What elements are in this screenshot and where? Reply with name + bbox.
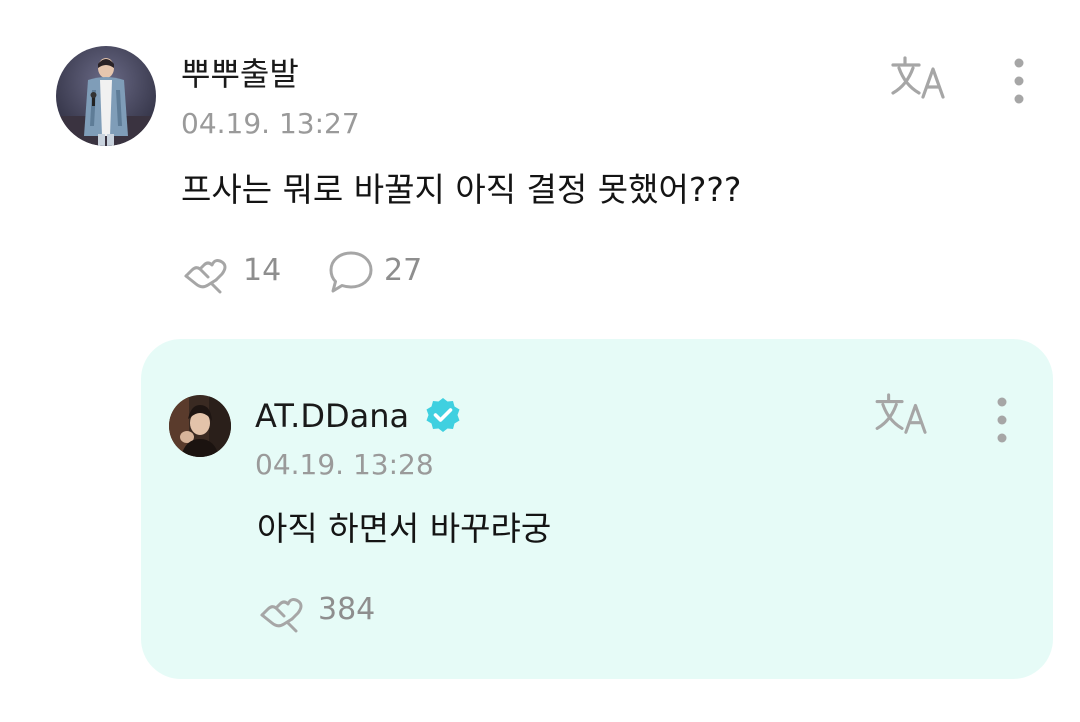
translate-icon [891, 56, 945, 99]
timestamp: 04.19. 13:28 [255, 448, 434, 481]
comment-text: 프사는 뭐로 바꿀지 아직 결정 못했어??? [181, 170, 742, 209]
speech-bubble-icon [329, 251, 373, 293]
like-count: 384 [318, 592, 376, 627]
like-button[interactable] [182, 250, 230, 294]
reply-button[interactable] [328, 250, 374, 294]
heart-hand-icon [184, 259, 227, 294]
verified-badge [424, 396, 462, 434]
translate-button[interactable] [873, 392, 933, 438]
verified-badge-icon [426, 398, 460, 432]
like-button[interactable] [258, 589, 306, 633]
username[interactable]: AT.DDana [255, 396, 409, 436]
like-count: 14 [243, 253, 282, 288]
reply-count: 27 [384, 253, 423, 288]
translate-button[interactable] [889, 55, 951, 103]
more-vertical-icon [997, 397, 1007, 443]
more-vertical-icon [1014, 58, 1024, 104]
avatar[interactable] [169, 395, 231, 457]
more-button[interactable] [1004, 58, 1034, 106]
translate-icon [875, 393, 927, 434]
comment: 뿌뿌출발 04.19. 13:27 프사는 뭐로 바꿀지 아직 결정 못했어??… [0, 0, 1080, 320]
reply-text: 아직 하면서 바꾸랴궁 [257, 509, 552, 548]
more-button[interactable] [987, 397, 1017, 445]
username[interactable]: 뿌뿌출발 [181, 54, 299, 94]
timestamp: 04.19. 13:27 [181, 107, 360, 140]
heart-hand-icon [260, 598, 303, 633]
avatar[interactable] [56, 46, 156, 146]
reply-card: AT.DDana 04.19. 13:28 아직 하면서 바꾸랴궁 384 [141, 339, 1053, 679]
